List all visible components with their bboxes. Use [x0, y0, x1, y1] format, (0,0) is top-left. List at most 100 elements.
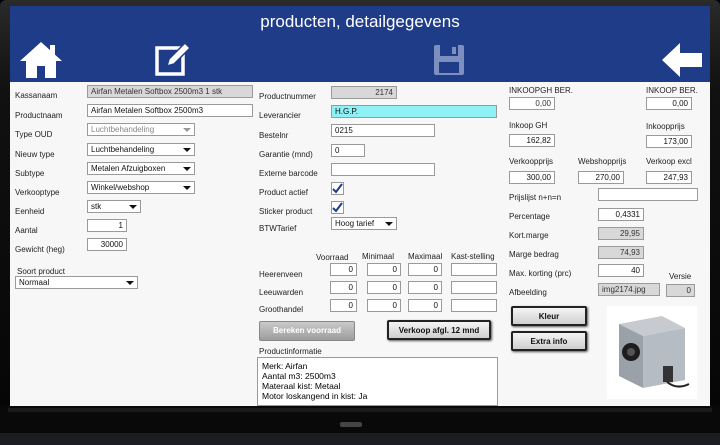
maxkorting-label: Max. korting (prc) [509, 269, 572, 278]
nieuw-type-label: Nieuw type [15, 150, 55, 159]
stock-row-name: Groothandel [259, 305, 304, 314]
margebedrag-field[interactable]: 74,93 [598, 246, 644, 259]
nieuw-type-select[interactable]: Luchtbehandeling [87, 143, 195, 156]
stock-row-name: Leeuwarden [259, 288, 304, 297]
webshopprijs-label: Webshopprijs [578, 157, 627, 166]
monitor-stand [0, 406, 720, 445]
stock-cell[interactable] [451, 281, 497, 294]
save-icon[interactable] [430, 40, 470, 80]
verkoopprijs-label: Verkoopprijs [509, 157, 554, 166]
subtype-label: Subtype [15, 169, 45, 178]
edit-icon[interactable] [153, 40, 193, 80]
prijslijst-label: Prijslijst n+n=n [509, 193, 562, 202]
stock-cell[interactable]: 0 [330, 299, 357, 312]
product-actief-label: Product actief [259, 188, 308, 197]
kortmarge-field[interactable]: 29,95 [598, 227, 644, 240]
btw-select[interactable]: Hoog tarief [331, 217, 397, 230]
verkoopprijs-field[interactable]: 300,00 [509, 171, 555, 184]
stock-cell[interactable]: 0 [408, 281, 442, 294]
verkoop-excl-label: Verkoop excl [646, 157, 692, 166]
versie-label: Versie [669, 272, 692, 281]
kleur-button[interactable]: Kleur [511, 306, 587, 326]
barcode-field[interactable] [331, 163, 435, 176]
subtype-select[interactable]: Metalen Afzuigboxen [87, 162, 195, 175]
stock-cell[interactable]: 0 [367, 263, 401, 276]
productinformatie-memo[interactable]: Merk: Airfan Aantal m3: 2500m3 Materaal … [257, 357, 498, 406]
gewicht-field[interactable]: 30000 [87, 238, 127, 251]
eenheid-label: Eenheid [15, 207, 45, 216]
verkoop-12mnd-button[interactable]: Verkoop afgl. 12 mnd [387, 320, 491, 340]
stock-header-voorraad: Voorraad [316, 253, 349, 262]
stock-cell[interactable]: 0 [367, 299, 401, 312]
extra-info-button[interactable]: Extra info [511, 331, 587, 351]
chevron-down-icon [385, 222, 393, 226]
aantal-field[interactable]: 1 [87, 219, 127, 232]
chevron-down-icon [183, 167, 191, 171]
soort-product-value: Normaal [19, 278, 50, 287]
stock-row-name: Heerenveen [259, 270, 303, 279]
inkoop-ber-label: INKOOP BER. [646, 86, 698, 95]
leverancier-field[interactable]: H.G.P. [331, 105, 497, 118]
sticker-product-label: Sticker product [259, 207, 313, 216]
leverancier-label: Leverancier [259, 111, 301, 120]
productnummer-label: Productnummer [259, 92, 316, 101]
eenheid-select[interactable]: stk [87, 200, 141, 213]
memo-line: Materaal kist: Metaal [262, 381, 341, 391]
subtype-value: Metalen Afzuigboxen [91, 164, 166, 173]
bestelnr-field[interactable]: 0215 [331, 124, 435, 137]
stock-cell[interactable]: 0 [330, 281, 357, 294]
inkoopgh-ber-label: INKOOPGH BER. [509, 86, 574, 95]
memo-line: Aantal m3: 2500m3 [262, 371, 336, 381]
afbeelding-field[interactable]: img2174.jpg [598, 283, 660, 296]
product-image [607, 306, 697, 399]
btw-label: BTWTarief [259, 224, 297, 233]
btw-value: Hoog tarief [335, 219, 375, 228]
verkooptype-label: Verkooptype [15, 188, 60, 197]
page-title: producten, detailgegevens [260, 12, 460, 31]
header-bar: producten, detailgegevens [10, 6, 710, 82]
verkooptype-select[interactable]: Winkel/webshop [87, 181, 195, 194]
garantie-label: Garantie (mnd) [259, 150, 313, 159]
memo-line: Motor loskangend in kist: Ja [262, 391, 368, 401]
versie-field[interactable]: 0 [666, 284, 695, 297]
stock-cell[interactable]: 0 [408, 299, 442, 312]
afbeelding-label: Afbeelding [509, 288, 547, 297]
eenheid-value: stk [91, 202, 102, 211]
type-oud-select[interactable]: Luchtbehandeling [87, 123, 195, 136]
maxkorting-field[interactable]: 40 [598, 264, 644, 277]
verkoop-excl-field[interactable]: 247,93 [646, 171, 692, 184]
product-actief-checkbox[interactable] [331, 182, 344, 195]
garantie-field[interactable]: 0 [331, 144, 365, 157]
stock-cell[interactable]: 0 [330, 263, 357, 276]
chevron-down-icon [129, 205, 137, 209]
sticker-product-checkbox[interactable] [331, 201, 344, 214]
bereken-voorraad-button[interactable]: Bereken voorraad [259, 321, 355, 341]
stock-cell[interactable] [451, 299, 497, 312]
prijslijst-field[interactable] [598, 188, 698, 201]
home-icon[interactable] [18, 40, 64, 80]
kassanaam-field[interactable]: Airfan Metalen Softbox 2500m3 1 stk [87, 85, 253, 98]
barcode-label: Externe barcode [259, 169, 318, 178]
back-arrow-icon[interactable] [660, 40, 704, 80]
soort-product-select[interactable]: Normaal [15, 276, 138, 289]
productnummer-field[interactable]: 2174 [331, 86, 397, 99]
chevron-down-icon [183, 186, 191, 190]
inkoop-gh-field[interactable]: 162,82 [509, 134, 555, 147]
stock-cell[interactable] [451, 263, 497, 276]
type-oud-value: Luchtbehandeling [91, 125, 155, 134]
productnaam-field[interactable]: Airfan Metalen Softbox 2500m3 [87, 104, 253, 117]
stock-cell[interactable]: 0 [408, 263, 442, 276]
inkoop-ber-field[interactable]: 0,00 [646, 97, 692, 110]
inkoopgh-ber-field[interactable]: 0,00 [509, 97, 555, 110]
webshopprijs-field[interactable]: 270,00 [578, 171, 624, 184]
margebedrag-label: Marge bedrag [509, 250, 559, 259]
productnaam-label: Productnaam [15, 111, 63, 120]
inkoopprijs-field[interactable]: 173,00 [646, 135, 692, 148]
inkoopprijs-label: Inkoopprijs [646, 122, 685, 131]
bestelnr-label: Bestelnr [259, 131, 289, 140]
soort-product-label: Soort product [17, 267, 66, 276]
percentage-field[interactable]: 0,4331 [598, 208, 644, 221]
chevron-down-icon [126, 281, 134, 285]
inkoop-gh-label: Inkoop GH [509, 121, 548, 130]
stock-cell[interactable]: 0 [367, 281, 401, 294]
